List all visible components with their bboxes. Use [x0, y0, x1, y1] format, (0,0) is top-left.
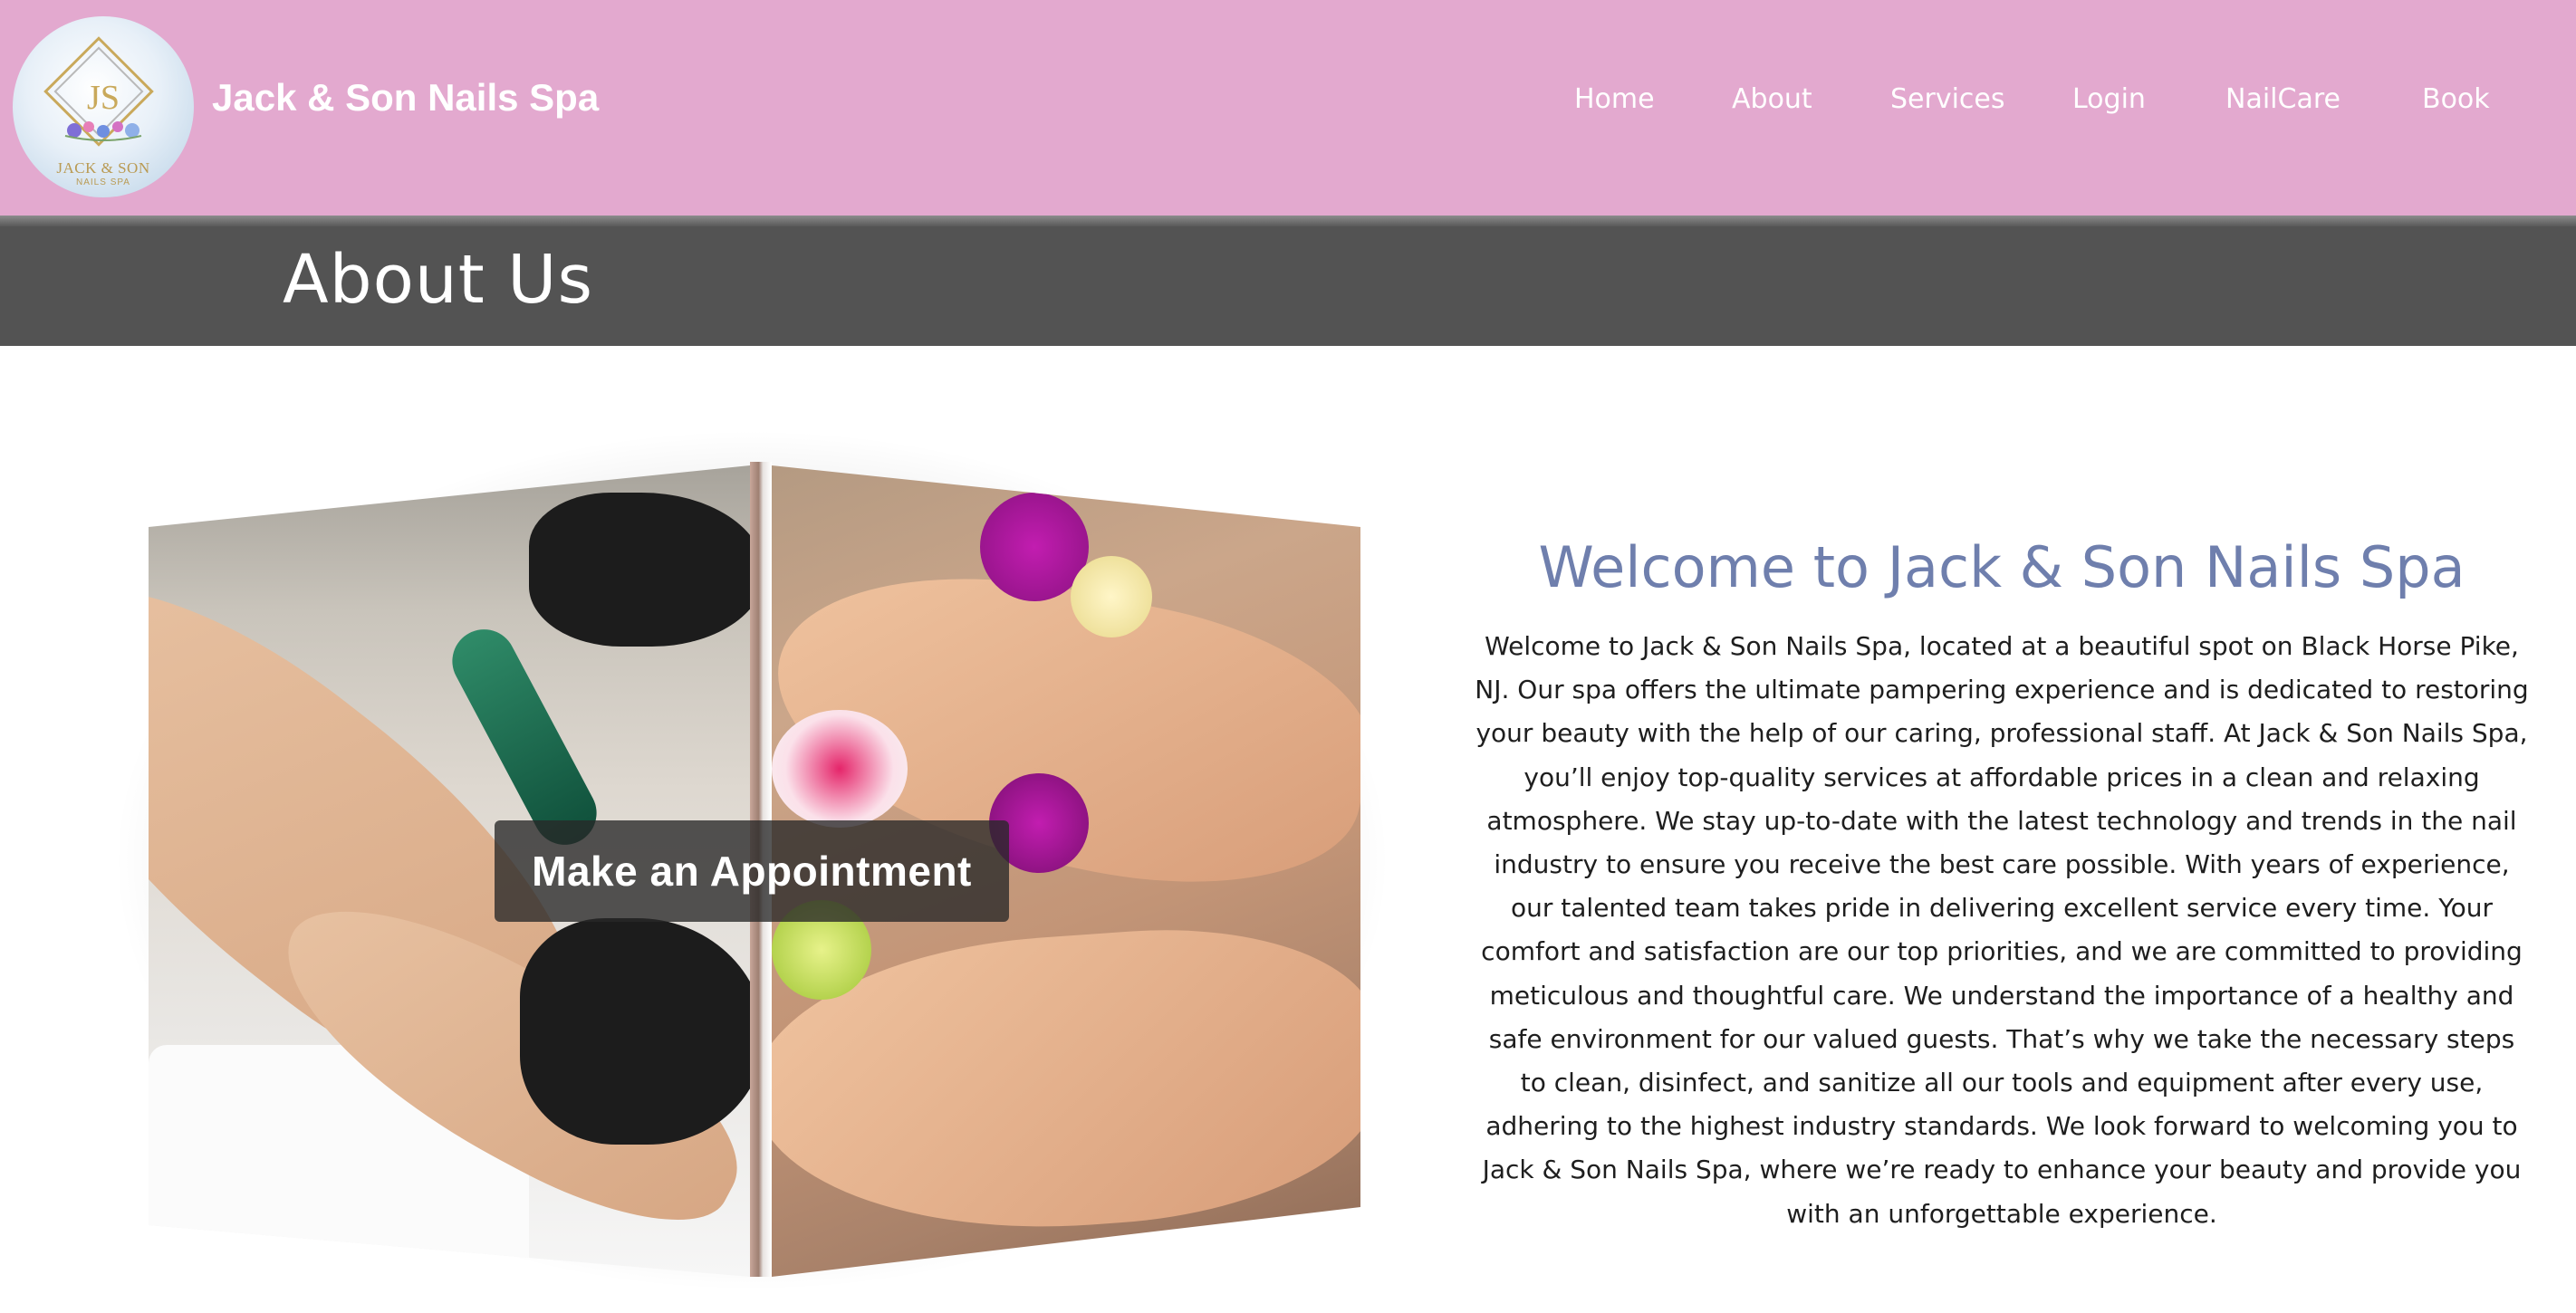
nav-home[interactable]: Home — [1574, 83, 1655, 127]
nav-about[interactable]: About — [1732, 83, 1812, 127]
flower-icon — [64, 121, 142, 141]
welcome-body: Welcome to Jack & Son Nails Spa, located… — [1475, 631, 2529, 1229]
logo-name: JACK & SON — [56, 159, 150, 177]
glove-top — [529, 493, 750, 647]
nav-services[interactable]: Services — [1890, 83, 2005, 127]
nav-login[interactable]: Login — [2072, 83, 2146, 127]
welcome-title: Welcome to Jack & Son Nails Spa — [1538, 534, 2465, 600]
logo[interactable]: JS JACK & SON NAILS SPA — [13, 16, 194, 197]
lily — [772, 710, 908, 828]
glove-bottom — [520, 918, 750, 1145]
make-appointment-button[interactable]: Make an Appointment — [495, 820, 1009, 922]
logo-sub: NAILS SPA — [76, 177, 130, 187]
brand-name[interactable]: Jack & Son Nails Spa — [212, 76, 599, 120]
header-shadow — [0, 216, 2576, 226]
orchid-pale — [1071, 556, 1152, 637]
page-title: About Us — [283, 241, 594, 319]
logo-monogram: JS — [87, 79, 120, 117]
nav-nailcare[interactable]: NailCare — [2225, 83, 2341, 127]
nav-book[interactable]: Book — [2422, 83, 2490, 127]
